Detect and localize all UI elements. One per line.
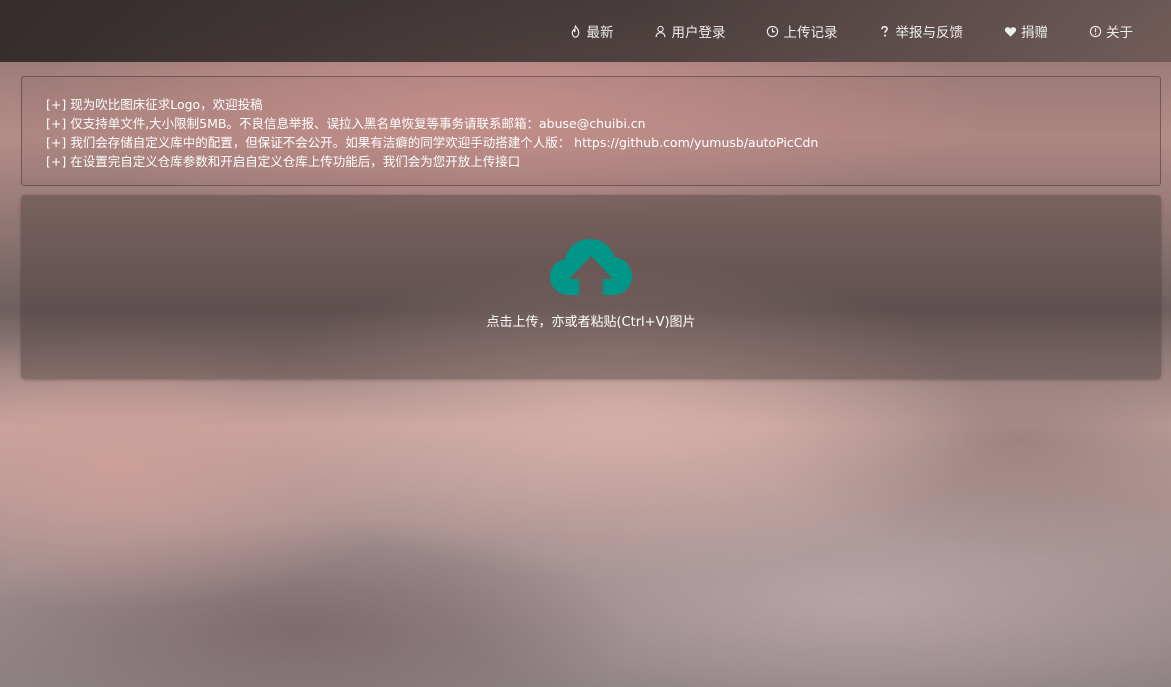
nav-item-label: 最新 <box>586 25 614 41</box>
nav-menu: 最新 用户登录 上传记录 举报与反馈 捐赠 关于 <box>529 0 1133 62</box>
notice-line: [+] 现为吹比图床征求Logo，欢迎投稿 <box>46 97 263 112</box>
notice-line: [+] 在设置完自定义仓库参数和开启自定义仓库上传功能后，我们会为您开放上传接口 <box>46 154 521 169</box>
top-navbar: 最新 用户登录 上传记录 举报与反馈 捐赠 关于 <box>0 0 1171 62</box>
nav-item-upload-history[interactable]: 上传记录 <box>766 21 838 41</box>
nav-item-latest[interactable]: 最新 <box>569 21 614 41</box>
upload-dropzone[interactable]: 点击上传，亦或者粘贴(Ctrl+V)图片 <box>21 195 1161 379</box>
cloud-upload-icon <box>550 239 632 297</box>
notice-box: [+] 现为吹比图床征求Logo，欢迎投稿 [+] 仅支持单文件,大小限制5MB… <box>21 76 1161 186</box>
nav-item-report-feedback[interactable]: 举报与反馈 <box>878 21 964 41</box>
user-icon <box>654 24 668 38</box>
notice-line: [+] 仅支持单文件,大小限制5MB。不良信息举报、误拉入黑名单恢复等事务请联系… <box>46 116 646 131</box>
nav-item-label: 捐赠 <box>1021 25 1048 41</box>
nav-item-login[interactable]: 用户登录 <box>654 21 726 41</box>
upload-hint-text: 点击上传，亦或者粘贴(Ctrl+V)图片 <box>486 315 696 330</box>
nav-item-label: 上传记录 <box>783 25 838 41</box>
nav-item-label: 关于 <box>1106 25 1133 41</box>
flame-icon <box>569 24 583 38</box>
notice-line: [+] 我们会存储自定义库中的配置，但保证不会公开。如果有洁癖的同学欢迎手动搭建… <box>46 135 819 150</box>
clock-icon <box>766 24 780 38</box>
question-icon <box>878 24 892 38</box>
nav-item-label: 用户登录 <box>671 25 726 41</box>
nav-item-donate[interactable]: 捐赠 <box>1003 21 1048 41</box>
info-icon <box>1088 24 1102 38</box>
nav-item-about[interactable]: 关于 <box>1088 21 1133 41</box>
heart-icon <box>1003 24 1017 38</box>
nav-item-label: 举报与反馈 <box>895 25 964 41</box>
